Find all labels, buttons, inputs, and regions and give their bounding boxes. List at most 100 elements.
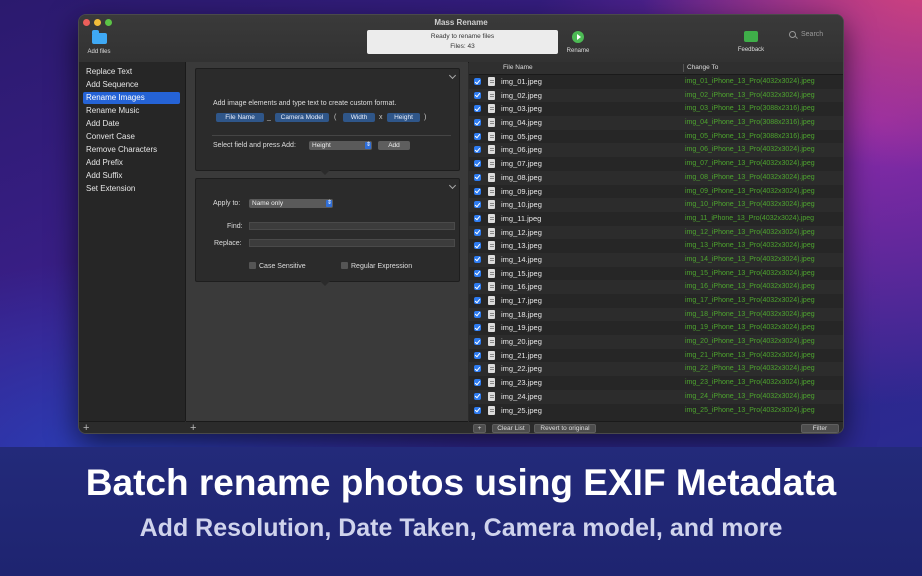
filter-button[interactable]: Filter	[801, 424, 839, 433]
format-token-row[interactable]: File Name _ Camera Model ( Width x Heigh…	[212, 111, 451, 136]
sidebar-item-rename-images[interactable]: Rename Images	[83, 92, 180, 104]
sidebar-item-set-extension[interactable]: Set Extension	[83, 183, 180, 195]
token-separator-x: x	[379, 114, 383, 121]
add-action-button[interactable]: +	[83, 422, 89, 433]
sidebar-item-remove-characters[interactable]: Remove Characters	[83, 144, 180, 156]
file-name-cell: img_13.jpeg	[501, 241, 542, 251]
apply-to-select[interactable]: Name only	[249, 199, 333, 208]
feedback-button[interactable]: Feedback	[736, 31, 766, 53]
row-checkbox[interactable]	[474, 255, 481, 263]
table-row[interactable]: img_12.jpeg img_12_iPhone_13_Pro(4032x302…	[469, 225, 843, 240]
row-checkbox[interactable]	[474, 160, 481, 168]
table-row[interactable]: img_21.jpeg img_21_iPhone_13_Pro(4032x302…	[469, 349, 843, 363]
table-row[interactable]: img_08.jpeg img_08_iPhone_13_Pro(4032x302…	[469, 170, 843, 185]
table-row[interactable]: img_07.jpeg img_07_iPhone_13_Pro(4032x302…	[469, 157, 843, 171]
table-row[interactable]: img_17.jpeg img_17_iPhone_13_Pro(4032x302…	[469, 294, 843, 308]
file-name-cell: img_10.jpeg	[501, 200, 542, 210]
change-to-cell: img_15_iPhone_13_Pro(4032x3024).jpeg	[685, 269, 815, 277]
table-row[interactable]: img_15.jpeg img_15_iPhone_13_Pro(4032x302…	[469, 267, 843, 281]
row-checkbox[interactable]	[474, 201, 481, 209]
add-field-button[interactable]: Add	[378, 141, 410, 150]
file-name-cell: img_12.jpeg	[501, 227, 542, 237]
chevron-down-icon[interactable]	[448, 71, 457, 80]
table-row[interactable]: img_23.jpeg img_23_iPhone_13_Pro(4032x302…	[469, 376, 843, 390]
replace-input[interactable]	[249, 239, 455, 247]
search-field[interactable]: Search	[787, 30, 837, 42]
sidebar-item-add-date[interactable]: Add Date	[83, 118, 180, 130]
row-checkbox[interactable]	[474, 324, 481, 332]
table-row[interactable]: img_11.jpeg img_11_iPhone_13_Pro(4032x302…	[469, 212, 843, 226]
row-checkbox[interactable]	[474, 173, 481, 181]
change-to-cell: img_13_iPhone_13_Pro(4032x3024).jpeg	[685, 242, 815, 250]
add-file-button[interactable]: +	[473, 424, 486, 433]
table-row[interactable]: img_10.jpeg img_10_iPhone_13_Pro(4032x302…	[469, 198, 843, 212]
field-select[interactable]: Height	[309, 141, 372, 150]
sidebar-item-add-sequence[interactable]: Add Sequence	[83, 79, 180, 91]
row-checkbox[interactable]	[474, 146, 481, 154]
row-checkbox[interactable]	[474, 269, 481, 277]
token-height[interactable]: Height	[387, 113, 420, 122]
row-checkbox[interactable]	[474, 392, 481, 400]
chevron-down-icon[interactable]	[448, 181, 457, 190]
token-camera-model[interactable]: Camera Model	[275, 113, 329, 122]
revert-button[interactable]: Revert to original	[534, 424, 596, 433]
row-checkbox[interactable]	[474, 78, 481, 85]
row-checkbox[interactable]	[474, 365, 481, 373]
row-checkbox[interactable]	[474, 214, 481, 222]
clear-list-button[interactable]: Clear List	[492, 424, 530, 433]
table-row[interactable]: img_22.jpeg img_22_iPhone_13_Pro(4032x302…	[469, 362, 843, 377]
row-checkbox[interactable]	[474, 338, 481, 346]
sidebar-item-rename-music[interactable]: Rename Music	[83, 105, 180, 117]
change-to-cell: img_14_iPhone_13_Pro(4032x3024).jpeg	[685, 255, 815, 263]
document-icon	[488, 337, 495, 347]
table-row[interactable]: img_14.jpeg img_14_iPhone_13_Pro(4032x302…	[469, 252, 843, 267]
column-change-to[interactable]: Change To	[687, 62, 718, 74]
table-row[interactable]: img_06.jpeg img_06_iPhone_13_Pro(4032x302…	[469, 143, 843, 158]
row-checkbox[interactable]	[474, 297, 481, 304]
row-checkbox[interactable]	[474, 228, 481, 236]
row-checkbox[interactable]	[474, 379, 481, 387]
table-row[interactable]: img_04.jpeg img_04_iPhone_13_Pro(3088x231…	[469, 116, 843, 130]
column-file-name[interactable]: File Name	[503, 62, 533, 74]
token-file-name[interactable]: File Name	[216, 113, 264, 122]
case-sensitive-checkbox[interactable]	[249, 262, 256, 269]
table-row[interactable]: img_09.jpeg img_09_iPhone_13_Pro(4032x302…	[469, 185, 843, 199]
table-row[interactable]: img_05.jpeg img_05_iPhone_13_Pro(3088x231…	[469, 130, 843, 144]
row-checkbox[interactable]	[474, 310, 481, 318]
row-checkbox[interactable]	[474, 119, 481, 127]
rename-button[interactable]: Rename	[566, 31, 590, 54]
sidebar-item-add-suffix[interactable]: Add Suffix	[83, 170, 180, 182]
table-row[interactable]: img_18.jpeg img_18_iPhone_13_Pro(4032x302…	[469, 307, 843, 322]
table-row[interactable]: img_03.jpeg img_03_iPhone_13_Pro(3088x231…	[469, 102, 843, 116]
row-checkbox[interactable]	[474, 132, 481, 140]
sidebar-item-replace-text[interactable]: Replace Text	[83, 66, 180, 78]
sidebar-item-convert-case[interactable]: Convert Case	[83, 131, 180, 143]
field-select-value: Height	[312, 142, 331, 149]
token-width[interactable]: Width	[343, 113, 375, 122]
add-files-button[interactable]: Add files	[84, 30, 114, 55]
find-input[interactable]	[249, 222, 455, 230]
select-arrows-icon	[326, 199, 332, 208]
row-checkbox[interactable]	[474, 406, 481, 414]
table-row[interactable]: img_02.jpeg img_02_iPhone_13_Pro(4032x302…	[469, 88, 843, 103]
play-icon	[572, 31, 584, 43]
table-row[interactable]: img_19.jpeg img_19_iPhone_13_Pro(4032x302…	[469, 321, 843, 335]
regex-checkbox[interactable]	[341, 262, 348, 269]
sidebar-item-add-prefix[interactable]: Add Prefix	[83, 157, 180, 169]
table-row[interactable]: img_16.jpeg img_16_iPhone_13_Pro(4032x302…	[469, 280, 843, 294]
row-checkbox[interactable]	[474, 242, 481, 250]
table-row[interactable]: img_01.jpeg img_01_iPhone_13_Pro(4032x302…	[469, 75, 843, 89]
row-checkbox[interactable]	[474, 351, 481, 359]
row-checkbox[interactable]	[474, 283, 481, 291]
add-option-button[interactable]: +	[190, 422, 196, 433]
table-row[interactable]: img_20.jpeg img_20_iPhone_13_Pro(4032x302…	[469, 335, 843, 349]
change-to-cell: img_25_iPhone_13_Pro(4032x3024).jpeg	[685, 406, 815, 414]
table-row[interactable]: img_25.jpeg img_25_iPhone_13_Pro(4032x302…	[469, 404, 843, 418]
row-checkbox[interactable]	[474, 105, 481, 113]
row-checkbox[interactable]	[474, 91, 481, 99]
change-to-cell: img_09_iPhone_13_Pro(4032x3024).jpeg	[685, 187, 815, 195]
row-checkbox[interactable]	[474, 187, 481, 195]
column-divider[interactable]	[683, 64, 684, 72]
table-row[interactable]: img_13.jpeg img_13_iPhone_13_Pro(4032x302…	[469, 239, 843, 253]
table-row[interactable]: img_24.jpeg img_24_iPhone_13_Pro(4032x302…	[469, 389, 843, 404]
